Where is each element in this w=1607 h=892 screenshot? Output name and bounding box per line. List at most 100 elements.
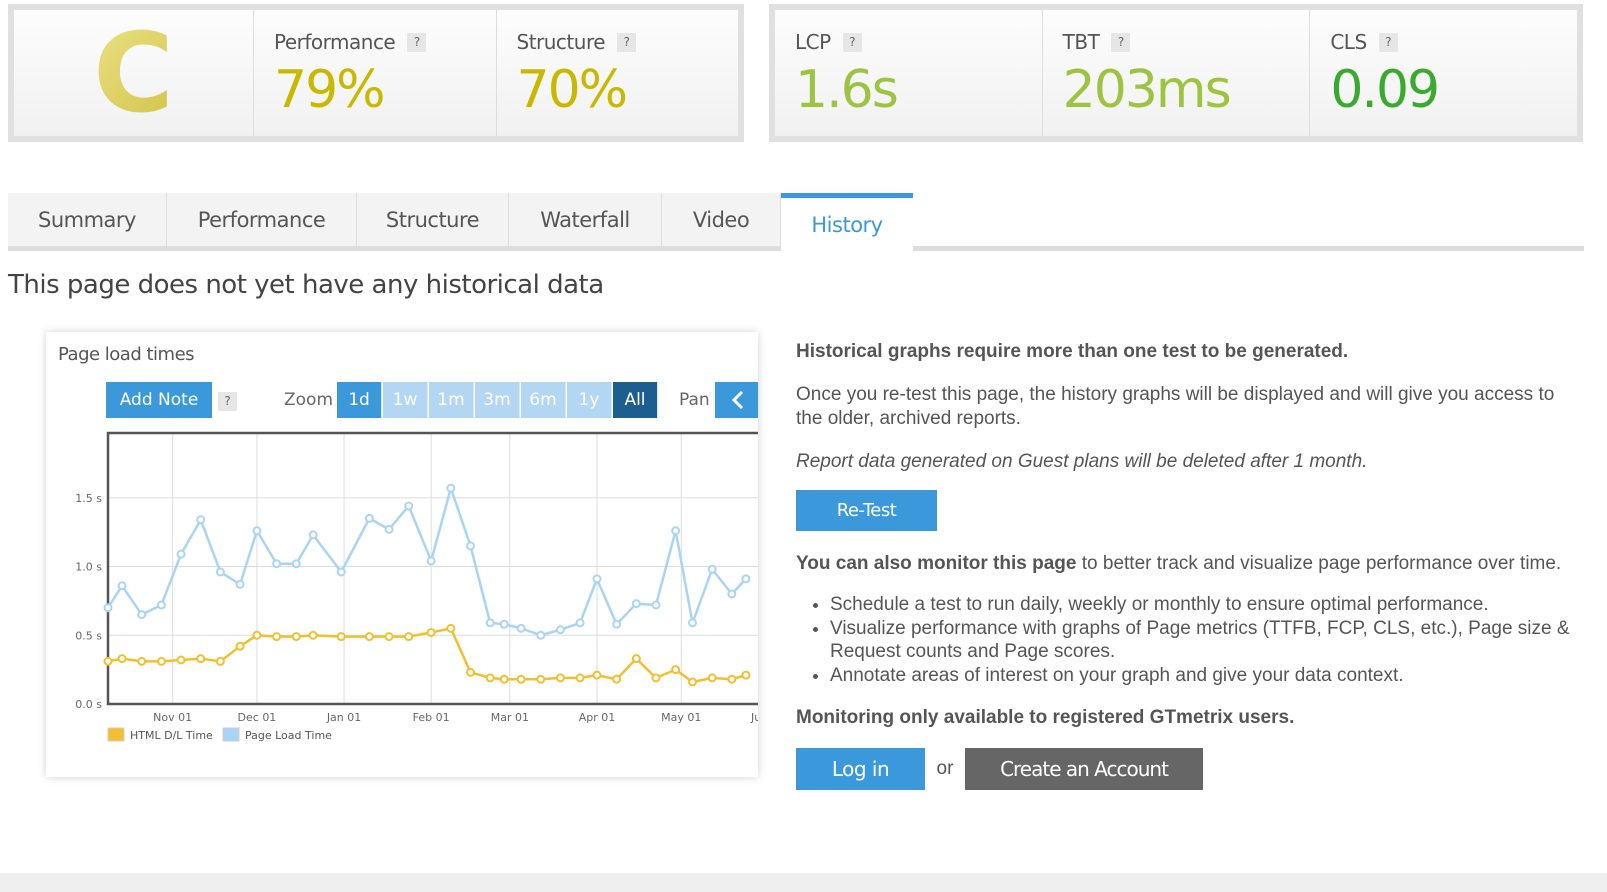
data-point [336,632,346,642]
help-icon[interactable]: ? [842,32,862,52]
data-point [156,600,166,610]
lcp-label: LCP [795,30,831,54]
data-point [555,673,565,683]
login-button[interactable]: Log in [796,748,925,790]
page-heading: This page does not yet have any historic… [8,270,604,300]
data-point [196,654,206,664]
data-point [575,673,585,683]
legend-label: Page Load Time [245,729,332,742]
help-icon[interactable]: ? [1111,32,1131,52]
data-point [291,632,301,642]
data-point [137,656,147,666]
data-point [516,674,526,684]
help-icon[interactable]: ? [1378,32,1398,52]
tab-performance[interactable]: Performance [167,193,357,246]
monitor-text: to better track and visualize page perfo… [1076,553,1562,574]
data-point [466,541,476,551]
tab-waterfall[interactable]: Waterfall [509,193,662,246]
x-tick-label: Nov 01 [153,711,192,724]
data-point [446,623,456,633]
help-icon[interactable]: ? [617,32,637,52]
data-point [631,599,641,609]
data-point [426,556,436,566]
data-point [536,674,546,684]
monitor-features: Schedule a test to run daily, weekly or … [830,593,1576,687]
data-point [485,673,495,683]
data-point [291,559,301,569]
legend-swatch [222,727,240,742]
chart-plot[interactable]: 0.0 s 0.5 s 1.0 s 1.5 s Nov 01 Dec 01 Jan 01 Fe… [46,332,758,777]
data-point [103,656,113,666]
data-point [612,619,622,629]
data-point [592,670,602,680]
data-point [727,674,737,684]
data-point [384,524,394,534]
legend-label: HTML D/L Time [130,729,213,742]
retest-button[interactable]: Re-Test [796,490,937,531]
list-item: Schedule a test to run daily, weekly or … [830,593,1576,617]
data-point [516,623,526,633]
cls-label: CLS [1330,30,1367,54]
data-point [651,600,661,610]
data-point [741,670,751,680]
data-point [252,526,262,536]
data-point [688,677,698,687]
tbt-metric: TBT? 203ms [1043,10,1311,136]
data-point [426,628,436,637]
data-point [235,641,245,651]
data-point [176,655,186,665]
data-point [176,549,186,559]
performance-label: Performance [274,30,396,54]
data-point [252,630,262,640]
data-point [103,603,113,613]
data-point [671,526,681,536]
lcp-metric: LCP? 1.6s [775,10,1043,136]
help-icon[interactable]: ? [407,32,427,52]
footer-band [0,873,1607,892]
data-point [671,665,681,675]
data-point [308,630,318,640]
data-point [272,632,282,642]
data-point [446,483,456,493]
data-point [364,513,374,523]
tbt-label: TBT [1062,30,1100,54]
or-text: or [936,758,954,779]
cls-value: 0.09 [1330,60,1440,120]
data-point [555,625,565,635]
x-tick-label: Feb 01 [413,711,450,724]
x-tick-label: Mar 01 [491,711,529,724]
registered-note: Monitoring only available to registered … [796,707,1295,728]
performance-score: Performance? 79% [254,10,497,136]
structure-score: Structure? 70% [497,10,739,136]
tab-video[interactable]: Video [662,193,781,246]
data-point [631,654,641,664]
data-point [536,630,546,640]
data-point [612,674,622,684]
data-point [404,501,414,511]
data-point [156,656,166,666]
data-point [466,667,476,677]
create-account-button[interactable]: Create an Account [965,748,1203,790]
requirement-text: Historical graphs require more than one … [796,341,1349,362]
tab-summary[interactable]: Summary [8,193,167,246]
data-point [707,673,717,683]
y-tick-label: 0.0 s [75,698,102,711]
monitor-bold: You can also monitor this page [796,553,1077,574]
web-vitals-panel: LCP? 1.6s TBT? 203ms CLS? 0.09 [769,4,1583,142]
data-point [592,574,602,584]
data-point [727,589,737,599]
data-point [336,567,346,577]
data-point [575,618,585,628]
structure-label: Structure [516,30,606,54]
history-info: Historical graphs require more than one … [796,340,1576,790]
data-point [137,610,147,620]
x-tick-label: Dec 01 [238,711,277,724]
data-point [688,618,698,628]
tab-history[interactable]: History [781,193,913,251]
structure-value: 70% [516,60,629,120]
data-point [499,619,509,629]
tab-structure[interactable]: Structure [357,193,509,246]
cls-metric: CLS? 0.09 [1310,10,1577,136]
y-tick-label: 0.5 s [75,629,102,642]
legend-swatch [107,727,125,742]
